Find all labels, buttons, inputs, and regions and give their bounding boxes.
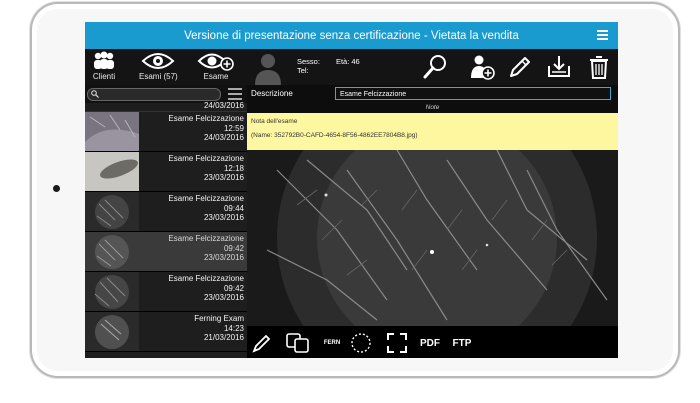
item-time: 09:42 [223, 243, 244, 253]
item-title: Esame Felcizzazione [168, 234, 244, 243]
eye-icon [141, 53, 175, 69]
clients-label: Clienti [92, 72, 116, 81]
search-input[interactable] [87, 88, 221, 101]
clients-button[interactable]: Clienti [91, 51, 117, 81]
main-toolbar: Clienti Esami (57) Esame Sesso: Età: 46 [85, 49, 618, 85]
ftp-button[interactable]: FTP [449, 332, 475, 354]
item-date: 21/03/2016 [203, 333, 244, 342]
item-date: 23/03/2016 [203, 213, 244, 222]
pdf-button[interactable]: PDF [417, 332, 443, 354]
sort-list-icon[interactable] [226, 87, 244, 101]
eye-add-icon [197, 53, 234, 71]
description-input[interactable]: Esame Felcizzazione [335, 87, 611, 100]
patient-info: Sesso: Età: 46 Tel: [297, 57, 360, 75]
new-exam-button[interactable]: Esame [197, 51, 235, 81]
edit-pencil-icon[interactable] [506, 53, 534, 81]
exam-list-panel: 24/03/2016 Esame Felcizzazione 12:59 24/… [85, 85, 247, 358]
note-textarea[interactable]: Nota dell'esame (Name: 352792B0-CAFD-465… [247, 113, 618, 150]
home-button[interactable] [53, 185, 60, 192]
tel-label: Tel: [297, 66, 309, 75]
item-title: Esame Felcizzazione [168, 154, 244, 163]
exam-thumbnail [85, 272, 139, 311]
list-item[interactable]: Ferning Exam 14:23 21/03/2016 [85, 312, 247, 352]
circle-select-icon[interactable] [348, 332, 374, 354]
exam-thumbnail [85, 192, 139, 231]
exam-detail-panel: Descrizione Esame Felcizzazione Note Not… [247, 85, 618, 326]
exam-list: 24/03/2016 Esame Felcizzazione 12:59 24/… [85, 101, 247, 352]
item-time: 09:42 [223, 283, 244, 293]
item-title: Ferning Exam [194, 314, 244, 323]
save-download-icon[interactable] [545, 53, 573, 81]
item-title: Esame Felcizzazione [168, 114, 244, 123]
hamburger-menu-icon[interactable] [597, 30, 608, 40]
item-date: 24/03/2016 [203, 101, 244, 110]
description-label: Descrizione [251, 89, 293, 98]
list-item[interactable]: Esame Felcizzazione 12:59 24/03/2016 [85, 112, 247, 152]
item-title: Esame Felcizzazione [168, 274, 244, 283]
list-item[interactable]: Esame Felcizzazione 09:44 23/03/2016 [85, 192, 247, 232]
people-icon [94, 51, 114, 69]
compare-images-icon[interactable] [285, 332, 311, 354]
exam-thumbnail [85, 152, 139, 191]
item-time: 12:18 [223, 163, 244, 173]
item-date: 24/03/2016 [203, 133, 244, 142]
item-title: Esame Felcizzazione [168, 194, 244, 203]
sex-label: Sesso: [297, 57, 320, 66]
note-filename: (Name: 352792B0-CAFD-4654-8F56-4862EE780… [251, 132, 418, 139]
item-time: 09:44 [223, 203, 244, 213]
trash-icon[interactable] [585, 53, 613, 81]
exam-thumbnail [85, 312, 139, 351]
list-item[interactable]: Esame Felcizzazione 09:42 23/03/2016 [85, 272, 247, 312]
list-item-selected[interactable]: Esame Felcizzazione 09:42 23/03/2016 [85, 232, 247, 272]
item-date: 23/03/2016 [203, 173, 244, 182]
item-time: 14:23 [223, 323, 244, 333]
bottom-action-bar: FERN PDF FTP [247, 326, 618, 358]
fullscreen-icon[interactable] [386, 332, 408, 354]
title-bar: Versione di presentazione senza certific… [85, 22, 618, 49]
exam-thumbnail [85, 112, 139, 151]
fern-exam-image[interactable] [247, 150, 618, 326]
exams-button[interactable]: Esami (57) [139, 51, 178, 81]
new-exam-label: Esame [203, 72, 229, 81]
fern-label[interactable]: FERN [321, 332, 343, 354]
exam-thumbnail [85, 232, 139, 271]
app-title: Versione di presentazione senza certific… [184, 29, 519, 42]
item-date: 23/03/2016 [203, 293, 244, 302]
item-date: 23/03/2016 [203, 253, 244, 262]
patient-avatar-icon [255, 54, 281, 85]
magnifier-icon [91, 90, 99, 98]
add-person-icon[interactable] [468, 53, 496, 81]
note-title: Nota dell'esame [251, 118, 298, 125]
app-screen: Versione di presentazione senza certific… [85, 22, 618, 358]
edit-pencil-icon[interactable] [251, 332, 273, 354]
list-item[interactable]: 24/03/2016 [85, 101, 247, 112]
search-icon[interactable] [421, 53, 449, 81]
item-time: 12:59 [223, 123, 244, 133]
age-label: Età: 46 [335, 57, 360, 66]
exams-label: Esami (57) [139, 72, 178, 81]
list-item[interactable]: Esame Felcizzazione 12:18 23/03/2016 [85, 152, 247, 192]
notes-header: Note [425, 104, 440, 111]
